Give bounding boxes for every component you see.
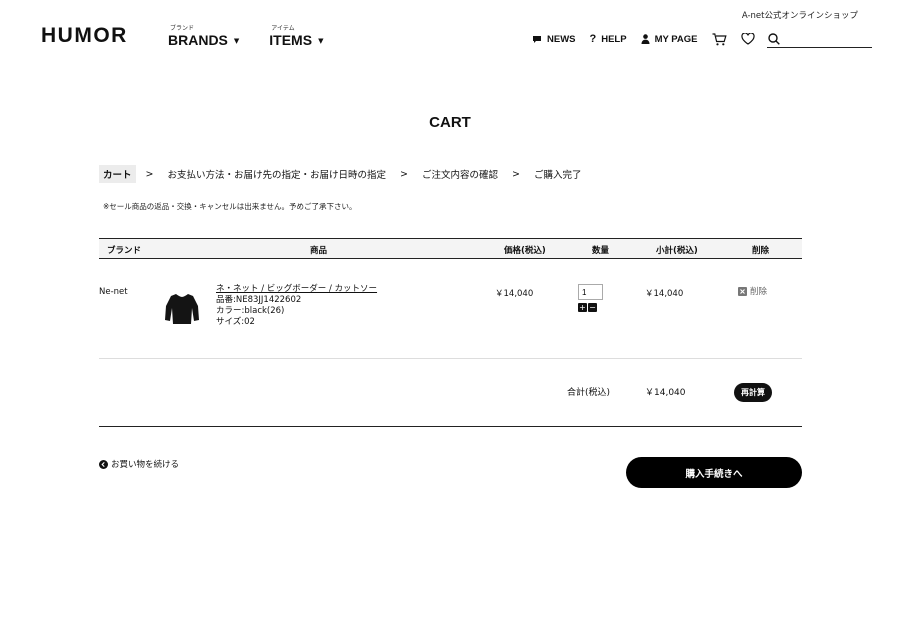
checkout-steps: カート > お支払い方法・お届け先の指定・お届け日時の指定 > ご注文内容の確認…: [99, 165, 585, 183]
cart-totals: 合計(税込) ￥14,040 再計算: [99, 359, 802, 427]
col-qty: 数量: [592, 246, 610, 256]
quantity-stepper: + −: [578, 284, 603, 312]
continue-shopping-label: お買い物を続ける: [111, 460, 180, 470]
item-brand: Ne-net: [99, 287, 128, 297]
product-name-link[interactable]: ネ・ネット / ビッグボーダー / カットソー: [216, 284, 377, 295]
sweater-image: [165, 294, 199, 324]
chevron-down-icon: ▼: [318, 37, 324, 45]
total-label: 合計(税込): [567, 388, 611, 398]
news-link[interactable]: NEWS: [532, 34, 576, 45]
total-value: ￥14,040: [645, 388, 686, 398]
table-row: Ne-net ネ・ネット / ビッグボーダー / カットソー 品番:NE83JJ…: [99, 259, 802, 359]
item-price: ￥14,040: [495, 289, 534, 299]
cart-icon: [712, 32, 727, 45]
continue-shopping-link[interactable]: お買い物を続ける: [99, 458, 179, 470]
product-color: カラー:black(26): [216, 306, 285, 316]
site-logo[interactable]: HUMOR: [41, 24, 128, 48]
quantity-decrease-button[interactable]: −: [588, 303, 597, 312]
recalculate-button[interactable]: 再計算: [734, 383, 772, 402]
quantity-increase-button[interactable]: +: [578, 303, 587, 312]
nav-items-label: ITEMS: [269, 32, 313, 48]
site-tagline: A-net公式オンラインショップ: [741, 11, 858, 21]
col-brand: ブランド: [107, 246, 142, 256]
search-input[interactable]: [783, 33, 864, 44]
nav-brands-ruby: ブランド: [170, 25, 195, 32]
nav-items-ruby: アイテム: [271, 25, 295, 32]
quantity-input[interactable]: [578, 284, 603, 300]
chevron-left-circle-icon: [99, 459, 108, 469]
nav-brands-label: BRANDS: [168, 32, 228, 48]
cart-table: ブランド 商品 価格(税込) 数量 小計(税込) 削除 Ne-net ネ・ネット…: [99, 238, 802, 427]
page-title: CART: [429, 114, 471, 131]
nav-brands[interactable]: ブランド BRANDS ▼: [168, 23, 239, 49]
col-price: 価格(税込): [504, 246, 546, 256]
remove-button[interactable]: 削除: [738, 285, 767, 297]
nav-items[interactable]: アイテム ITEMS ▼: [269, 23, 323, 49]
table-header: ブランド 商品 価格(税込) 数量 小計(税込) 削除: [99, 238, 802, 259]
step-confirm: ご注文内容の確認: [421, 170, 498, 181]
close-icon: [738, 286, 747, 296]
quantity-buttons: + −: [578, 303, 603, 312]
utility-nav: NEWS ? HELP MY PAGE: [532, 30, 872, 48]
product-thumbnail[interactable]: [163, 292, 201, 329]
help-link[interactable]: ? HELP: [590, 33, 627, 45]
cart-button[interactable]: [712, 32, 727, 46]
product-code: 品番:NE83JJ1422602: [216, 295, 302, 305]
favorites-button[interactable]: [740, 33, 755, 45]
help-label: HELP: [601, 33, 627, 45]
speech-bubble-icon: [533, 35, 541, 43]
step-separator: >: [145, 168, 154, 180]
step-payment: お支払い方法・お届け先の指定・お届け日時の指定: [167, 170, 386, 181]
step-complete: ご購入完了: [533, 170, 582, 181]
item-subtotal: ￥14,040: [645, 289, 684, 299]
col-product: 商品: [310, 246, 328, 256]
search-icon: [767, 32, 780, 45]
step-cart: カート: [99, 165, 136, 183]
mypage-label: MY PAGE: [654, 33, 698, 45]
step-separator: >: [400, 168, 408, 180]
sale-notice: ※セール商品の返品・交換・キャンセルは出来ません。予めご了承下さい。: [103, 202, 357, 211]
user-icon: [641, 34, 650, 44]
product-size: サイズ:02: [216, 317, 255, 327]
mypage-link[interactable]: MY PAGE: [641, 34, 698, 45]
chevron-down-icon: ▼: [233, 37, 240, 45]
product-info: ネ・ネット / ビッグボーダー / カットソー 品番:NE83JJ1422602…: [216, 284, 377, 328]
question-icon: ?: [589, 33, 597, 45]
step-separator: >: [511, 168, 520, 180]
search-box: [766, 30, 872, 48]
col-subtotal: 小計(税込): [656, 246, 698, 256]
heart-icon: [740, 33, 755, 45]
checkout-button[interactable]: 購入手続きへ: [626, 457, 802, 488]
remove-label: 削除: [750, 287, 768, 297]
news-label: NEWS: [547, 33, 576, 45]
main-nav: ブランド BRANDS ▼ アイテム ITEMS ▼: [168, 23, 323, 49]
col-remove: 削除: [752, 246, 770, 256]
